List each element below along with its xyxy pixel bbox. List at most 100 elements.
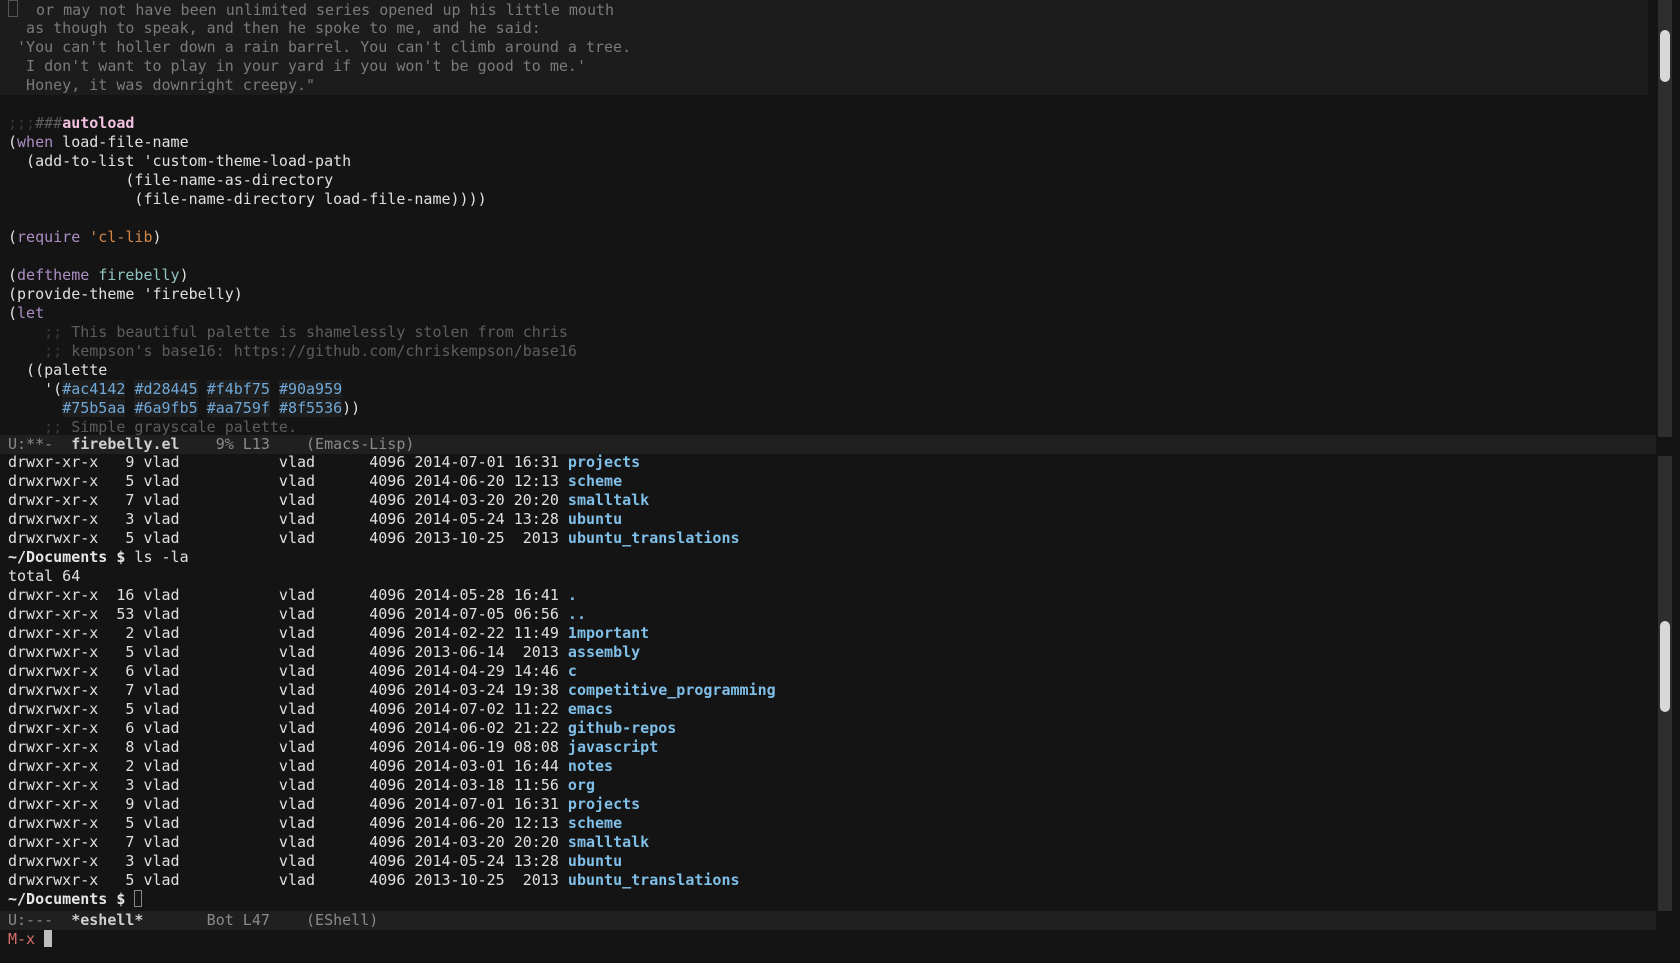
modeline-mode: (EShell) xyxy=(306,911,379,929)
listing-row: drwxrwxr-x 5 vlad vlad 4096 2013-10-25 2… xyxy=(0,871,1656,890)
autoload-line: ;;;###autoload xyxy=(8,114,135,132)
hex-string: #75b5aa xyxy=(62,399,126,417)
modeline-top: U:**- firebelly.el 9% L13 (Emacs-Lisp) xyxy=(0,435,1656,454)
listing-row: drwxr-xr-x 8 vlad vlad 4096 2014-06-19 0… xyxy=(0,738,1656,757)
listing-row: drwxrwxr-x 6 vlad vlad 4096 2014-04-29 1… xyxy=(0,662,1656,681)
add-to-list-line: (add-to-list 'custom-theme-load-path xyxy=(8,152,352,170)
directory-name[interactable]: projects xyxy=(568,795,640,813)
require-line: (require 'cl-lib) xyxy=(8,228,162,246)
directory-name[interactable]: scheme xyxy=(568,472,622,490)
listing-meta: drwxrwxr-x 3 vlad vlad 4096 2014-05-24 1… xyxy=(8,852,568,870)
comment-line: ;; Simple grayscale palette. xyxy=(8,418,297,435)
listing-meta: drwxr-xr-x 2 vlad vlad 4096 2014-03-01 1… xyxy=(8,757,568,775)
listing-row: drwxr-xr-x 7 vlad vlad 4096 2014-03-20 2… xyxy=(0,491,1656,510)
listing-meta: drwxr-xr-x 7 vlad vlad 4096 2014-03-20 2… xyxy=(8,833,568,851)
directory-name[interactable]: notes xyxy=(568,757,613,775)
listing-row: drwxr-xr-x 16 vlad vlad 4096 2014-05-28 … xyxy=(0,586,1656,605)
directory-name[interactable]: smalltalk xyxy=(568,833,649,851)
directory-name[interactable]: ubuntu xyxy=(568,852,622,870)
directory-name[interactable]: ubuntu_translations xyxy=(568,871,740,889)
listing-meta: drwxrwxr-x 5 vlad vlad 4096 2014-06-20 1… xyxy=(8,814,568,832)
listing-row: drwxrwxr-x 3 vlad vlad 4096 2014-05-24 1… xyxy=(0,852,1656,871)
directory-name[interactable]: . xyxy=(568,586,577,604)
listing-meta: drwxr-xr-x 16 vlad vlad 4096 2014-05-28 … xyxy=(8,586,568,604)
top-scrollbar[interactable] xyxy=(1658,0,1672,437)
directory-name[interactable]: 1mportant xyxy=(568,624,649,642)
listing-row: drwxrwxr-x 5 vlad vlad 4096 2014-07-02 1… xyxy=(0,700,1656,719)
listing-meta: drwxrwxr-x 5 vlad vlad 4096 2013-10-25 2… xyxy=(8,529,568,547)
listing-row: drwxr-xr-x 2 vlad vlad 4096 2014-02-22 1… xyxy=(0,624,1656,643)
directory-name[interactable]: assembly xyxy=(568,643,640,661)
shell-prompt: ~/Documents $ xyxy=(8,548,126,566)
directory-name[interactable]: c xyxy=(568,662,577,680)
quote-line: Honey, it was downright creepy." xyxy=(0,76,1648,95)
listing-meta: drwxrwxr-x 5 vlad vlad 4096 2013-10-25 2… xyxy=(8,871,568,889)
palette-row-1: '(#ac4142 #d28445 #f4bf75 #90a959 xyxy=(8,380,343,398)
quote-block: or may not have been unlimited series op… xyxy=(0,0,1656,95)
palette-row-2: #75b5aa #6a9fb5 #aa759f #8f5536)) xyxy=(62,399,361,417)
listing-row: drwxr-xr-x 2 vlad vlad 4096 2014-03-01 1… xyxy=(0,757,1656,776)
minibuffer[interactable]: M-x xyxy=(0,930,53,949)
directory-name[interactable]: javascript xyxy=(568,738,658,756)
hex-string: #6a9fb5 xyxy=(134,399,198,417)
fnad-line: (file-name-as-directory xyxy=(8,171,334,189)
text-cursor xyxy=(134,890,143,907)
listing-row: drwxrwxr-x 3 vlad vlad 4096 2014-05-24 1… xyxy=(0,510,1656,529)
listing-row: drwxrwxr-x 7 vlad vlad 4096 2014-03-24 1… xyxy=(0,681,1656,700)
directory-name[interactable]: competitive_programming xyxy=(568,681,776,699)
top-scrollbar-thumb[interactable] xyxy=(1660,30,1670,82)
directory-name[interactable]: org xyxy=(568,776,595,794)
listing-row: drwxr-xr-x 9 vlad vlad 4096 2014-07-01 1… xyxy=(0,453,1656,472)
listing-meta: drwxr-xr-x 3 vlad vlad 4096 2014-03-18 1… xyxy=(8,776,568,794)
listing-meta: drwxrwxr-x 7 vlad vlad 4096 2014-03-24 1… xyxy=(8,681,568,699)
quote-line: 'You can't holler down a rain barrel. Yo… xyxy=(0,38,1648,57)
listing-meta: drwxrwxr-x 5 vlad vlad 4096 2014-07-02 1… xyxy=(8,700,568,718)
directory-name[interactable]: ubuntu xyxy=(568,510,622,528)
listing-row: drwxr-xr-x 6 vlad vlad 4096 2014-06-02 2… xyxy=(0,719,1656,738)
directory-name[interactable]: emacs xyxy=(568,700,613,718)
let-line: (let xyxy=(8,304,45,322)
listing-meta: drwxr-xr-x 7 vlad vlad 4096 2014-03-20 2… xyxy=(8,491,568,509)
deftheme-line: (deftheme firebelly) xyxy=(8,266,189,284)
when-line: (when load-file-name xyxy=(8,133,189,151)
listing-meta: drwxrwxr-x 3 vlad vlad 4096 2014-05-24 1… xyxy=(8,510,568,528)
directory-name[interactable]: projects xyxy=(568,453,640,471)
listing-row: drwxr-xr-x 53 vlad vlad 4096 2014-07-05 … xyxy=(0,605,1656,624)
minibuffer-prompt: M-x xyxy=(8,930,45,948)
fnd-line: (file-name-directory load-file-name)))) xyxy=(8,190,487,208)
quote-line: or may not have been unlimited series op… xyxy=(0,0,1648,19)
directory-name[interactable]: scheme xyxy=(568,814,622,832)
editor-pane-firebelly[interactable]: or may not have been unlimited series op… xyxy=(0,0,1656,435)
listing-row: drwxr-xr-x 3 vlad vlad 4096 2014-03-18 1… xyxy=(0,776,1656,795)
listing-meta: drwxr-xr-x 2 vlad vlad 4096 2014-02-22 1… xyxy=(8,624,568,642)
modeline-mode: (Emacs-Lisp) xyxy=(306,435,415,453)
directory-name[interactable]: github-repos xyxy=(568,719,676,737)
listing-meta: drwxr-xr-x 8 vlad vlad 4096 2014-06-19 0… xyxy=(8,738,568,756)
modeline-bottom: U:--- *eshell* Bot L47 (EShell) xyxy=(0,911,1656,930)
text-cursor xyxy=(44,930,53,947)
listing-meta: drwxr-xr-x 53 vlad vlad 4096 2014-07-05 … xyxy=(8,605,568,623)
listing-row: drwxrwxr-x 5 vlad vlad 4096 2013-10-25 2… xyxy=(0,529,1656,548)
listing-row: drwxrwxr-x 5 vlad vlad 4096 2014-06-20 1… xyxy=(0,814,1656,833)
input-line[interactable]: ~/Documents $ xyxy=(0,890,1656,909)
hex-string: #aa759f xyxy=(206,399,270,417)
directory-name[interactable]: smalltalk xyxy=(568,491,649,509)
hex-string: #ac4142 xyxy=(62,380,126,398)
eshell-pane[interactable]: drwxr-xr-x 9 vlad vlad 4096 2014-07-01 1… xyxy=(0,453,1656,912)
hex-string: #90a959 xyxy=(278,380,343,398)
listing-meta: drwxr-xr-x 6 vlad vlad 4096 2014-06-02 2… xyxy=(8,719,568,737)
bottom-scrollbar-thumb[interactable] xyxy=(1660,621,1670,712)
shell-prompt: ~/Documents $ xyxy=(8,890,126,908)
bottom-scrollbar[interactable] xyxy=(1658,456,1672,911)
comment-line: ;; This beautiful palette is shamelessly… xyxy=(8,323,568,341)
directory-name[interactable]: .. xyxy=(568,605,586,623)
directory-name[interactable]: ubuntu_translations xyxy=(568,529,740,547)
total-line: total 64 xyxy=(8,567,81,585)
pre-listing: drwxr-xr-x 9 vlad vlad 4096 2014-07-01 1… xyxy=(0,453,1656,548)
hex-string: #8f5536 xyxy=(278,399,343,417)
text-cursor xyxy=(8,0,18,17)
quote-line: as though to speak, and then he spoke to… xyxy=(0,19,1648,38)
listing-meta: drwxr-xr-x 9 vlad vlad 4096 2014-07-01 1… xyxy=(8,453,568,471)
